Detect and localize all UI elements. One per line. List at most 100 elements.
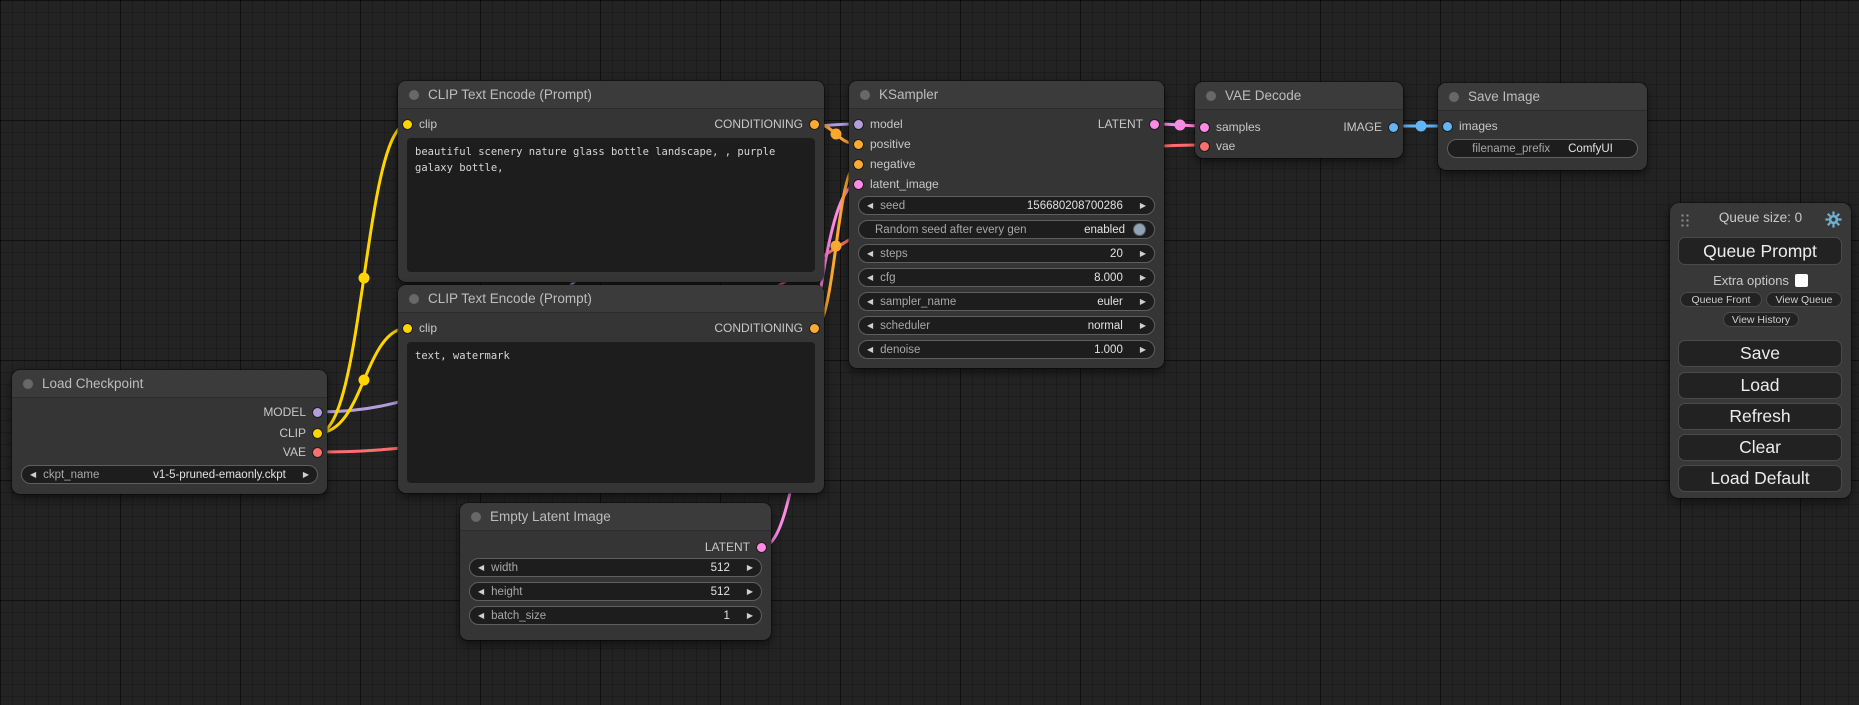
settings-gear-icon[interactable]: [1825, 211, 1842, 228]
refresh-button[interactable]: Refresh: [1678, 403, 1842, 430]
image-output-dot[interactable]: [1389, 123, 1398, 132]
node-save-image[interactable]: Save Image images filename_prefix ComfyU…: [1438, 83, 1647, 170]
widget-value: ComfyUI: [1568, 143, 1613, 155]
steps-widget[interactable]: ◀ steps 20 ▶: [858, 244, 1155, 263]
decrement-arrow-icon[interactable]: ◀: [867, 298, 873, 306]
random-seed-toggle-widget[interactable]: Random seed after every gen enabled: [858, 220, 1155, 239]
node-ksampler[interactable]: KSampler model positive negative latent_…: [849, 81, 1164, 368]
conditioning-output-dot[interactable]: [810, 324, 819, 333]
increment-arrow-icon[interactable]: ▶: [1140, 250, 1146, 258]
scheduler-widget[interactable]: ◀ scheduler normal ▶: [858, 316, 1155, 335]
decrement-arrow-icon[interactable]: ◀: [867, 250, 873, 258]
collapse-dot-icon[interactable]: [1206, 91, 1216, 101]
widget-value: 20: [1110, 248, 1123, 260]
widget-label: sampler_name: [880, 296, 956, 308]
height-widget[interactable]: ◀ height 512 ▶: [469, 582, 762, 601]
slot-label: VAE: [283, 445, 306, 459]
node-vae-decode[interactable]: VAE Decode samples vae IMAGE: [1195, 82, 1403, 158]
width-widget[interactable]: ◀ width 512 ▶: [469, 558, 762, 577]
node-clip-text-encode-negative[interactable]: CLIP Text Encode (Prompt) clip CONDITION…: [398, 285, 824, 493]
increment-arrow-icon[interactable]: ▶: [747, 612, 753, 620]
increment-arrow-icon[interactable]: ▶: [1140, 274, 1146, 282]
output-slot-model: MODEL: [263, 402, 327, 422]
clip-input-dot[interactable]: [403, 120, 412, 129]
output-slot-latent: LATENT: [705, 537, 771, 557]
decrement-arrow-icon[interactable]: ◀: [478, 612, 484, 620]
clip-output-dot[interactable]: [313, 429, 322, 438]
vae-input-dot[interactable]: [1200, 142, 1209, 151]
clear-button[interactable]: Clear: [1678, 434, 1842, 461]
decrement-arrow-icon[interactable]: ◀: [478, 588, 484, 596]
decrement-arrow-icon[interactable]: ◀: [867, 346, 873, 354]
slot-label: model: [870, 117, 903, 131]
widget-label: width: [491, 562, 518, 574]
node-clip-text-encode-positive[interactable]: CLIP Text Encode (Prompt) clip CONDITION…: [398, 81, 824, 282]
batch-size-widget[interactable]: ◀ batch_size 1 ▶: [469, 606, 762, 625]
widget-value: enabled: [1084, 224, 1125, 236]
node-title: Save Image: [1468, 89, 1540, 104]
negative-input-dot[interactable]: [854, 160, 863, 169]
clip-input-dot[interactable]: [403, 324, 412, 333]
collapse-dot-icon[interactable]: [860, 90, 870, 100]
view-queue-button[interactable]: View Queue: [1766, 292, 1842, 307]
conditioning-output-dot[interactable]: [810, 120, 819, 129]
model-output-dot[interactable]: [313, 408, 322, 417]
denoise-widget[interactable]: ◀ denoise 1.000 ▶: [858, 340, 1155, 359]
samples-input-dot[interactable]: [1200, 123, 1209, 132]
node-title: KSampler: [879, 87, 938, 102]
cfg-widget[interactable]: ◀ cfg 8.000 ▶: [858, 268, 1155, 287]
node-load-checkpoint[interactable]: Load Checkpoint MODEL CLIP VAE ◀ ckpt_na…: [12, 370, 327, 494]
link-dot: [1175, 120, 1186, 131]
toggle-knob-icon[interactable]: [1133, 223, 1146, 236]
load-default-button[interactable]: Load Default: [1678, 465, 1842, 492]
latent-output-dot[interactable]: [757, 543, 766, 552]
queue-prompt-button[interactable]: Queue Prompt: [1678, 237, 1842, 265]
collapse-dot-icon[interactable]: [23, 379, 33, 389]
seed-widget[interactable]: ◀ seed 156680208700286 ▶: [858, 196, 1155, 215]
increment-arrow-icon[interactable]: ▶: [1140, 346, 1146, 354]
decrement-arrow-icon[interactable]: ◀: [867, 274, 873, 282]
view-history-button[interactable]: View History: [1723, 312, 1799, 327]
increment-arrow-icon[interactable]: ▶: [303, 471, 309, 479]
output-slot-conditioning: CONDITIONING: [714, 114, 824, 134]
link-dot: [359, 375, 370, 386]
positive-prompt-textarea[interactable]: beautiful scenery nature glass bottle la…: [407, 138, 815, 272]
node-empty-latent-image[interactable]: Empty Latent Image LATENT ◀ width 512 ▶ …: [460, 503, 771, 640]
increment-arrow-icon[interactable]: ▶: [747, 588, 753, 596]
input-slot-vae: vae: [1195, 136, 1235, 156]
decrement-arrow-icon[interactable]: ◀: [867, 202, 873, 210]
sampler-name-widget[interactable]: ◀ sampler_name euler ▶: [858, 292, 1155, 311]
latent-image-input-dot[interactable]: [854, 180, 863, 189]
collapse-dot-icon[interactable]: [409, 90, 419, 100]
positive-input-dot[interactable]: [854, 140, 863, 149]
collapse-dot-icon[interactable]: [471, 512, 481, 522]
latent-output-dot[interactable]: [1150, 120, 1159, 129]
model-input-dot[interactable]: [854, 120, 863, 129]
widget-value: 8.000: [1094, 272, 1123, 284]
decrement-arrow-icon[interactable]: ◀: [867, 322, 873, 330]
decrement-arrow-icon[interactable]: ◀: [30, 471, 36, 479]
increment-arrow-icon[interactable]: ▶: [747, 564, 753, 572]
input-slot-positive: positive: [849, 134, 911, 154]
link-dot: [831, 129, 842, 140]
increment-arrow-icon[interactable]: ▶: [1140, 322, 1146, 330]
negative-prompt-textarea[interactable]: text, watermark: [407, 342, 815, 483]
node-title-bar: VAE Decode: [1195, 82, 1403, 110]
extra-options-checkbox[interactable]: [1795, 274, 1808, 287]
increment-arrow-icon[interactable]: ▶: [1140, 202, 1146, 210]
filename-prefix-widget[interactable]: filename_prefix ComfyUI: [1447, 139, 1638, 158]
decrement-arrow-icon[interactable]: ◀: [478, 564, 484, 572]
increment-arrow-icon[interactable]: ▶: [1140, 298, 1146, 306]
ckpt-name-widget[interactable]: ◀ ckpt_name v1-5-pruned-emaonly.ckpt ▶: [21, 465, 318, 484]
images-input-dot[interactable]: [1443, 122, 1452, 131]
collapse-dot-icon[interactable]: [1449, 92, 1459, 102]
queue-front-button[interactable]: Queue Front: [1680, 292, 1762, 307]
load-button[interactable]: Load: [1678, 372, 1842, 399]
widget-label: height: [491, 586, 522, 598]
vae-output-dot[interactable]: [313, 448, 322, 457]
output-slot-clip: CLIP: [279, 423, 327, 443]
save-button[interactable]: Save: [1678, 340, 1842, 367]
collapse-dot-icon[interactable]: [409, 294, 419, 304]
widget-label: filename_prefix: [1472, 143, 1550, 155]
input-slot-clip: clip: [398, 114, 437, 134]
